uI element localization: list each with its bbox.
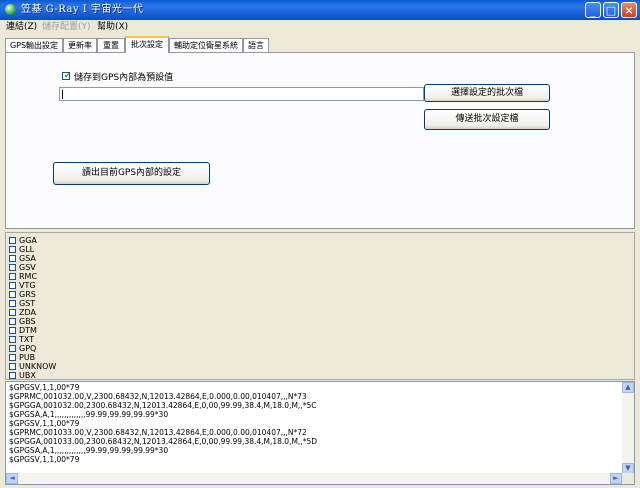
nmea-label: UNKNOW — [19, 362, 57, 371]
maximize-button[interactable]: □ — [603, 2, 619, 18]
close-button[interactable]: × — [621, 2, 637, 18]
menu-help[interactable]: 幫助(X) — [97, 20, 128, 35]
nmea-label: GBS — [19, 317, 36, 326]
nmea-label: RMC — [19, 272, 38, 281]
save-default-label: 儲存到GPS內部為預設值 — [74, 73, 174, 83]
nmea-label: GRS — [19, 290, 36, 299]
app-window: 笠基 G-Ray I 宇宙光一代 _ □ × 連結(Z) 儲存配置(Y) 幫助(… — [0, 0, 640, 488]
nmea-checkbox[interactable] — [9, 345, 16, 352]
log-line: $GPGSV,1,1,00*79 — [9, 383, 80, 392]
nmea-log-output[interactable]: $GPGSV,1,1,00*79 $GPGSA,A,1,,,,,,,,,,,,,9… — [5, 381, 635, 485]
nmea-label: VTG — [19, 281, 36, 290]
nmea-checkbox[interactable] — [9, 363, 16, 370]
horizontal-scrollbar[interactable]: ◄ ► — [6, 473, 622, 484]
title-bar[interactable]: 笠基 G-Ray I 宇宙光一代 _ □ × — [0, 0, 640, 20]
nmea-checkbox[interactable] — [9, 336, 16, 343]
tab-assisted-gnss[interactable]: 輔助定位衛星系統 — [169, 38, 243, 52]
nmea-checkbox[interactable] — [9, 237, 16, 244]
log-line: $GPGSV,1,1,00*79 — [9, 455, 80, 464]
menu-connect[interactable]: 連結(Z) — [6, 20, 37, 35]
log-line: $GPGGA,001033.00,2300.68432,N,12013.4286… — [9, 437, 317, 446]
nmea-label: GLL — [19, 245, 35, 254]
minimize-button[interactable]: _ — [585, 2, 601, 18]
menu-save-config[interactable]: 儲存配置(Y) — [42, 20, 91, 35]
nmea-checkbox[interactable] — [9, 273, 16, 280]
nmea-checkbox[interactable] — [9, 246, 16, 253]
vertical-scrollbar[interactable]: ▲ ▼ — [622, 382, 634, 474]
tab-reset[interactable]: 重置 — [97, 38, 125, 52]
nmea-checkbox[interactable] — [9, 255, 16, 262]
nmea-checkbox[interactable] — [9, 372, 16, 379]
nmea-checkbox[interactable] — [9, 264, 16, 271]
save-default-checkbox[interactable]: ✔ — [62, 71, 71, 80]
scroll-corner — [622, 473, 634, 484]
nmea-label: ZDA — [19, 308, 36, 317]
text-caret — [62, 90, 63, 99]
scroll-right-icon[interactable]: ► — [610, 473, 622, 484]
nmea-filter-list: GGA GLL GSA GSV RMC VTG GRS GST ZDA GBS DTM TXT GPQ P… — [5, 232, 635, 380]
scroll-up-icon[interactable]: ▲ — [622, 382, 634, 393]
nmea-checkbox[interactable] — [9, 327, 16, 334]
nmea-label: GPQ — [19, 344, 37, 353]
log-line: $GPGSA,A,1,,,,,,,,,,,,,99.99,99.99,99.99… — [9, 446, 169, 455]
nmea-checkbox[interactable] — [9, 291, 16, 298]
send-batch-file-button[interactable]: 傳送批次設定檔 — [424, 109, 550, 130]
nmea-label: GST — [19, 299, 36, 308]
batch-settings-panel: ✔ 儲存到GPS內部為預設值 選擇設定的批次檔 傳送批次設定檔 讀出目前GPS內… — [5, 52, 635, 229]
select-batch-file-button[interactable]: 選擇設定的批次檔 — [424, 84, 550, 102]
scroll-left-icon[interactable]: ◄ — [6, 473, 18, 484]
log-line: $GPGSV,1,1,00*79 — [9, 419, 80, 428]
checkmark-icon: ✔ — [64, 71, 71, 80]
tab-update-rate[interactable]: 更新率 — [63, 38, 97, 52]
nmea-label: GGA — [19, 236, 37, 245]
log-line: $GPRMC,001032.00,V,2300.68432,N,12013.42… — [9, 392, 307, 401]
batch-file-path-field[interactable] — [59, 87, 424, 101]
tab-gps-output[interactable]: GPS輸出設定 — [5, 38, 63, 52]
nmea-label: TXT — [19, 335, 35, 344]
nmea-label: GSV — [19, 263, 36, 272]
tab-language[interactable]: 語言 — [243, 38, 269, 52]
nmea-label: DTM — [19, 326, 37, 335]
nmea-checkbox[interactable] — [9, 354, 16, 361]
window-title: 笠基 G-Ray I 宇宙光一代 — [21, 4, 144, 15]
nmea-label: PUB — [19, 353, 36, 362]
nmea-checkbox[interactable] — [9, 282, 16, 289]
log-line: $GPGGA,001032.00,2300.68432,N,12013.4286… — [9, 401, 317, 410]
globe-icon — [5, 4, 16, 15]
menu-bar: 連結(Z) 儲存配置(Y) 幫助(X) — [0, 20, 640, 35]
tab-batch-settings[interactable]: 批次設定 — [125, 36, 169, 53]
nmea-label: GSA — [19, 254, 36, 263]
log-line: $GPRMC,001033.00,V,2300.68432,N,12013.42… — [9, 428, 307, 437]
nmea-checkbox[interactable] — [9, 309, 16, 316]
log-line: $GPGSA,A,1,,,,,,,,,,,,,99.99,99.99,99.99… — [9, 410, 169, 419]
read-gps-settings-button[interactable]: 讀出目前GPS內部的設定 — [53, 162, 210, 185]
nmea-checkbox[interactable] — [9, 300, 16, 307]
nmea-label: UBX — [19, 371, 36, 380]
nmea-checkbox[interactable] — [9, 318, 16, 325]
